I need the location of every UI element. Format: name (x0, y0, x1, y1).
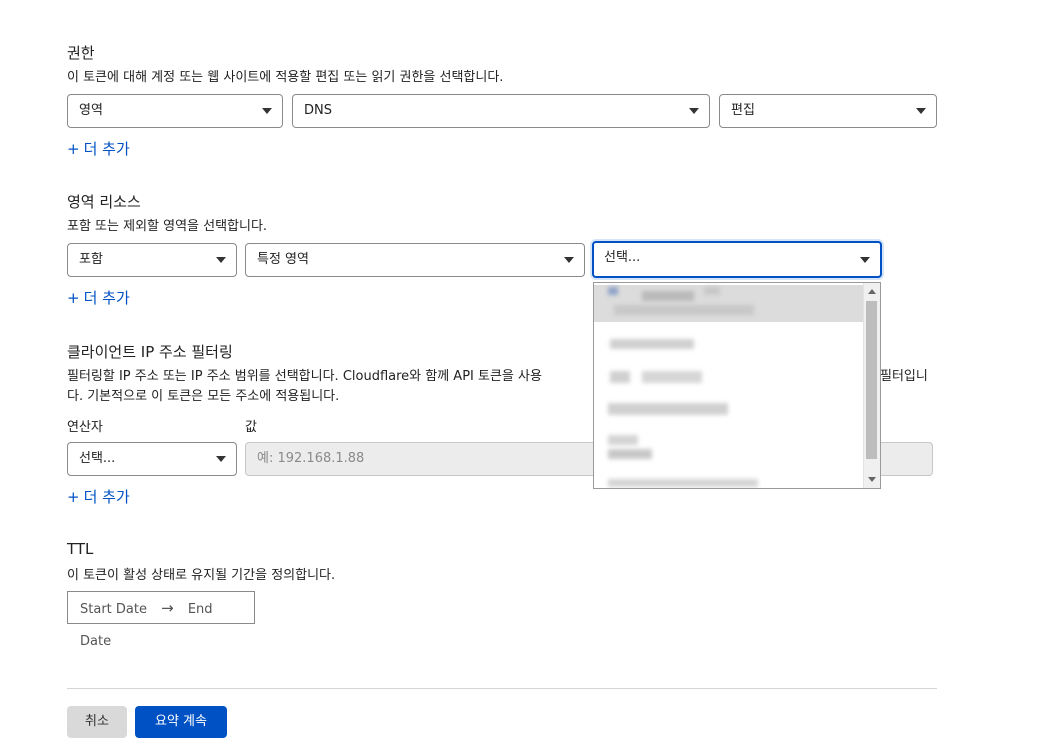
permissions-description: 이 토큰에 대해 계정 또는 웹 사이트에 적용할 편집 또는 읽기 권한을 선… (67, 70, 504, 85)
permission-scope-select[interactable]: 영역 (67, 94, 283, 128)
scroll-up-arrow-icon[interactable] (868, 289, 876, 294)
ip-filtering-description-line1: 필터링할 IP 주소 또는 IP 주소 범위를 선택합니다. Cloudflar… (67, 369, 542, 384)
list-item[interactable] (608, 449, 652, 459)
chevron-down-icon (689, 108, 699, 114)
dropdown-scrollbar[interactable] (863, 283, 880, 488)
zone-type-value: 특정 영역 (257, 252, 309, 267)
list-item[interactable] (642, 371, 702, 383)
list-item[interactable] (608, 287, 618, 295)
scrollbar-thumb[interactable] (866, 301, 877, 459)
zone-add-more-label: 더 추가 (83, 289, 130, 307)
arrow-right-icon: → (161, 599, 174, 617)
operator-label: 연산자 (67, 420, 103, 435)
ip-filtering-title: 클라이언트 IP 주소 필터링 (67, 343, 233, 361)
chevron-down-icon (216, 456, 226, 462)
chevron-down-icon (916, 108, 926, 114)
list-item[interactable] (610, 339, 694, 349)
chevron-down-icon (564, 257, 574, 263)
zone-resources-title: 영역 리소스 (67, 193, 141, 211)
list-item[interactable] (608, 435, 638, 445)
zone-dropdown-list[interactable] (593, 282, 881, 489)
list-item[interactable] (610, 371, 630, 383)
start-date-input[interactable]: Start Date (80, 602, 147, 617)
zone-type-select[interactable]: 특정 영역 (245, 243, 585, 277)
ip-add-more-link[interactable]: + 더 추가 (67, 486, 130, 507)
zone-include-select[interactable]: 포함 (67, 243, 237, 277)
ttl-description: 이 토큰이 활성 상태로 유지될 기간을 정의합니다. (67, 568, 336, 583)
plus-icon: + (67, 140, 80, 158)
permission-resource-select[interactable]: DNS (292, 94, 710, 128)
ip-filtering-description-line2: 다. 기본적으로 이 토큰은 모든 주소에 적용됩니다. (67, 389, 340, 404)
list-item[interactable] (608, 479, 758, 487)
plus-icon: + (67, 488, 80, 506)
plus-icon: + (67, 289, 80, 307)
cancel-button[interactable]: 취소 (67, 706, 127, 738)
permissions-add-more-label: 더 추가 (83, 140, 130, 158)
permission-scope-value: 영역 (79, 103, 103, 118)
permission-level-value: 편집 (731, 103, 755, 118)
ip-filtering-description-tail: 필터입니 (880, 369, 928, 384)
operator-select[interactable]: 선택... (67, 442, 237, 476)
zone-select[interactable]: 선택... (592, 241, 882, 278)
chevron-down-icon (216, 257, 226, 263)
chevron-down-icon (262, 108, 272, 114)
list-item[interactable] (608, 403, 728, 415)
list-item-highlighted[interactable] (594, 285, 864, 322)
permission-resource-value: DNS (304, 103, 332, 118)
ttl-title: TTL (67, 540, 94, 558)
scroll-down-arrow-icon[interactable] (868, 477, 876, 482)
zone-include-value: 포함 (79, 252, 103, 267)
ip-add-more-label: 더 추가 (83, 488, 130, 506)
zone-resources-description: 포함 또는 제외할 영역을 선택합니다. (67, 219, 268, 234)
list-item[interactable] (642, 291, 694, 301)
list-item[interactable] (614, 305, 754, 315)
ip-value-placeholder: 예: 192.168.1.88 (257, 451, 365, 466)
zone-add-more-link[interactable]: + 더 추가 (67, 287, 130, 308)
value-label: 값 (245, 420, 257, 435)
chevron-down-icon (860, 257, 870, 263)
ttl-date-range-picker[interactable]: Start Date → End Date (67, 591, 255, 649)
permissions-add-more-link[interactable]: + 더 추가 (67, 138, 130, 159)
footer-divider (67, 688, 937, 689)
permission-level-select[interactable]: 편집 (719, 94, 937, 128)
operator-value: 선택... (79, 451, 116, 466)
list-item[interactable] (704, 287, 720, 295)
zone-select-placeholder: 선택... (604, 250, 641, 265)
continue-to-summary-button[interactable]: 요약 계속 (135, 706, 227, 738)
permissions-title: 권한 (67, 44, 95, 62)
